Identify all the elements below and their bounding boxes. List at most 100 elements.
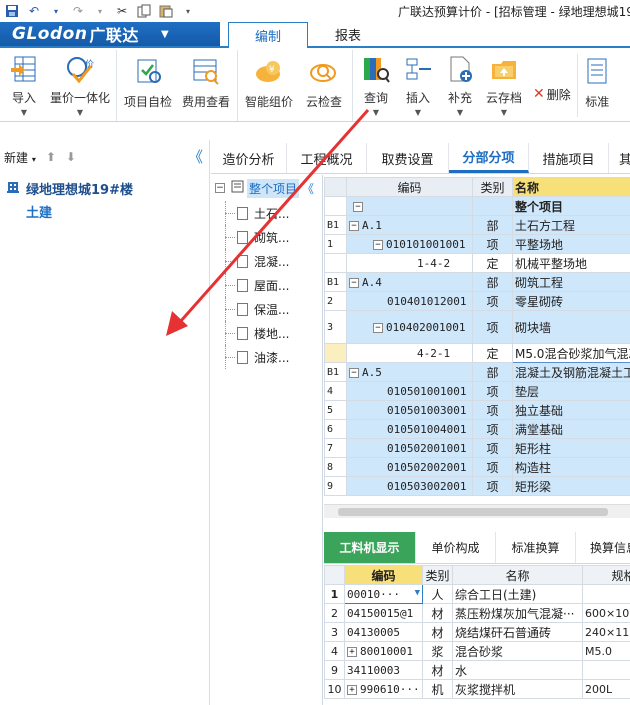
tree-item[interactable]: 楼地... bbox=[211, 321, 322, 345]
spec-cell[interactable]: 240×115 bbox=[582, 622, 630, 642]
move-up-icon[interactable]: ⬆ bbox=[46, 150, 56, 164]
code-cell[interactable]: +990610··· bbox=[344, 679, 423, 699]
name-cell[interactable]: 蒸压粉煤灰加气混凝··· bbox=[452, 603, 583, 623]
code-cell[interactable]: 010401012001 bbox=[346, 291, 473, 311]
resource-header-type[interactable]: 类别 bbox=[422, 565, 453, 585]
code-cell[interactable]: − A.4 bbox=[346, 272, 473, 292]
type-cell[interactable]: 部 bbox=[472, 272, 513, 292]
table-row[interactable]: 4-2-1 定 M5.0混合砂浆加气混凝 bbox=[324, 343, 630, 363]
name-cell[interactable]: 烧结煤矸石普通砖 bbox=[452, 622, 583, 642]
supplement-button[interactable]: 补充 ▼ bbox=[439, 54, 481, 117]
name-cell[interactable]: 机械平整场地 bbox=[512, 253, 630, 273]
name-cell[interactable]: 混合砂浆 bbox=[452, 641, 583, 661]
type-cell[interactable]: 浆 bbox=[422, 641, 453, 661]
save-icon[interactable] bbox=[4, 3, 20, 19]
delete-button[interactable]: ✕ 删除 bbox=[527, 84, 577, 104]
collapse-minus-icon[interactable]: − bbox=[349, 367, 359, 378]
table-row[interactable]: 10 +990610··· 机灰浆搅拌机 200L bbox=[324, 679, 630, 699]
move-down-icon[interactable]: ⬇ bbox=[66, 150, 76, 164]
tree-item[interactable]: 保温... bbox=[211, 297, 322, 321]
type-cell[interactable]: 项 bbox=[472, 419, 513, 439]
tab-labor-material-machine[interactable]: 工料机显示 bbox=[324, 532, 416, 563]
spec-cell[interactable]: 200L bbox=[582, 679, 630, 699]
collapse-minus-icon[interactable]: − bbox=[373, 322, 383, 333]
name-cell[interactable]: 砌筑工程 bbox=[512, 272, 630, 292]
code-cell[interactable]: 010501004001 bbox=[346, 419, 473, 439]
spec-cell[interactable] bbox=[582, 660, 630, 680]
tree-item[interactable]: 砌筑... bbox=[211, 225, 322, 249]
type-cell[interactable]: 部 bbox=[472, 215, 513, 235]
smart-pricing-button[interactable]: ¥ 智能组价 bbox=[240, 54, 298, 117]
type-cell[interactable]: 项 bbox=[472, 457, 513, 477]
table-row[interactable]: 1 00010··· ▼ 人综合工日(土建) bbox=[324, 584, 630, 604]
code-cell[interactable]: −010101001001 bbox=[346, 234, 473, 254]
quantity-price-button[interactable]: 价 量价一体化 ▼ bbox=[46, 54, 114, 117]
table-row[interactable]: 2 010401012001 项零星砌砖 bbox=[324, 291, 630, 311]
code-cell[interactable]: − A.1 bbox=[346, 215, 473, 235]
table-row[interactable]: 3−010402001001 项砌块墙 bbox=[324, 310, 630, 344]
project-node[interactable]: 绿地理想城19#楼 bbox=[0, 177, 209, 199]
table-row[interactable]: 304130005 材烧结煤矸石普通砖240×115 bbox=[324, 622, 630, 642]
table-row[interactable]: − 整个项目 bbox=[324, 196, 630, 216]
tab-division-items[interactable]: 分部分项 bbox=[449, 143, 529, 173]
code-cell[interactable]: 010503002001 bbox=[346, 476, 473, 496]
tree-item[interactable]: 油漆... bbox=[211, 345, 322, 369]
name-cell[interactable]: 土石方工程 bbox=[512, 215, 630, 235]
expand-plus-icon[interactable]: + bbox=[347, 684, 357, 695]
redo-dropdown-icon[interactable]: ▾ bbox=[92, 3, 108, 19]
table-row[interactable]: 1-4-2 定机械平整场地 bbox=[324, 253, 630, 273]
table-row[interactable]: B1− A.4 部砌筑工程 bbox=[324, 272, 630, 292]
type-cell[interactable]: 项 bbox=[472, 291, 513, 311]
tab-fee-settings[interactable]: 取费设置 bbox=[367, 143, 449, 173]
dropdown-arrow-icon[interactable]: ▼ bbox=[415, 588, 420, 598]
app-menu-button[interactable]: GLodon 广联达 ▼ bbox=[0, 22, 220, 46]
name-cell[interactable]: 满堂基础 bbox=[512, 419, 630, 439]
tab-measure-items[interactable]: 措施项目 bbox=[529, 143, 609, 173]
type-cell[interactable]: 项 bbox=[472, 234, 513, 254]
name-cell[interactable]: 独立基础 bbox=[512, 400, 630, 420]
tab-cost-analysis[interactable]: 造价分析 bbox=[211, 143, 287, 173]
horizontal-scrollbar[interactable] bbox=[324, 504, 630, 518]
name-cell[interactable]: 综合工日(土建) bbox=[452, 584, 583, 604]
code-cell[interactable]: +80010001 bbox=[344, 641, 423, 661]
code-cell[interactable]: 4-2-1 bbox=[346, 343, 473, 363]
type-cell[interactable]: 项 bbox=[472, 381, 513, 401]
collapse-minus-icon[interactable]: − bbox=[349, 277, 359, 288]
query-button[interactable]: 查询 ▼ bbox=[355, 54, 397, 117]
collapse-minus-icon[interactable]: − bbox=[373, 239, 383, 250]
type-cell[interactable]: 材 bbox=[422, 622, 453, 642]
name-cell[interactable]: 矩形梁 bbox=[512, 476, 630, 496]
table-row[interactable]: 4 010501001001 项垫层 bbox=[324, 381, 630, 401]
undo-icon[interactable]: ↶ bbox=[26, 3, 42, 19]
type-cell[interactable]: 定 bbox=[472, 343, 513, 363]
name-cell[interactable]: 零星砌砖 bbox=[512, 291, 630, 311]
name-cell[interactable]: 灰浆搅拌机 bbox=[452, 679, 583, 699]
tab-project-overview[interactable]: 工程概况 bbox=[287, 143, 367, 173]
copy-icon[interactable] bbox=[136, 3, 152, 19]
new-button[interactable]: 新建 ▾ bbox=[4, 149, 36, 166]
type-cell[interactable]: 机 bbox=[422, 679, 453, 699]
table-row[interactable]: 4 +80010001 浆混合砂浆 M5.0 bbox=[324, 641, 630, 661]
code-cell[interactable]: 04150015@1 bbox=[344, 603, 423, 623]
type-cell[interactable]: 项 bbox=[472, 400, 513, 420]
collapse-minus-icon[interactable]: − bbox=[349, 220, 359, 231]
table-row[interactable]: 5 010501003001 项独立基础 bbox=[324, 400, 630, 420]
collapse-minus-icon[interactable]: − bbox=[353, 201, 363, 212]
type-cell[interactable]: 项 bbox=[472, 438, 513, 458]
spec-cell[interactable]: 600×100 bbox=[582, 603, 630, 623]
tree-item[interactable]: 屋面... bbox=[211, 273, 322, 297]
tree-item[interactable]: 混凝... bbox=[211, 249, 322, 273]
code-cell[interactable]: 34110003 bbox=[344, 660, 423, 680]
scrollbar-thumb[interactable] bbox=[338, 508, 608, 516]
table-row[interactable]: 9 34110003 材水 bbox=[324, 660, 630, 680]
code-cell[interactable]: 00010··· ▼ bbox=[344, 584, 423, 604]
code-cell[interactable]: − bbox=[346, 196, 473, 216]
unit-node-civil[interactable]: 土建 bbox=[0, 199, 209, 223]
name-cell[interactable]: 矩形柱 bbox=[512, 438, 630, 458]
redo-icon[interactable]: ↷ bbox=[70, 3, 86, 19]
code-cell[interactable]: 010501001001 bbox=[346, 381, 473, 401]
self-check-button[interactable]: 项目自检 bbox=[119, 54, 177, 117]
name-cell[interactable]: 构造柱 bbox=[512, 457, 630, 477]
grid-header-name[interactable]: 名称 bbox=[512, 177, 630, 197]
type-cell[interactable]: 定 bbox=[472, 253, 513, 273]
